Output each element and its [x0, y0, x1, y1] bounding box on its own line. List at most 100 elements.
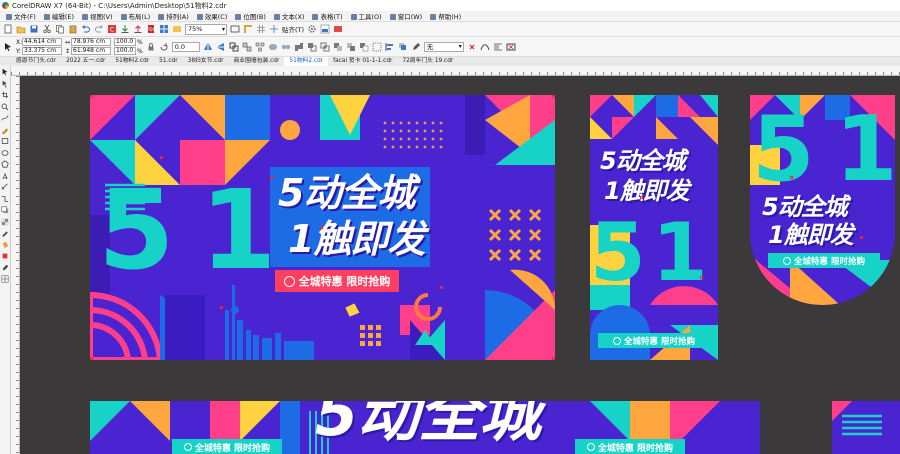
front-minus-back-icon[interactable] [346, 42, 356, 52]
y-position-input[interactable]: 33.375 cm [22, 47, 62, 55]
snap-to-dropdown[interactable]: 贴齐(T) [282, 24, 304, 34]
menu-window[interactable]: 窗口(W) [386, 11, 427, 21]
menu-bitmaps[interactable]: 位图(B) [231, 11, 270, 21]
menu-text[interactable]: 文本(X) [270, 11, 309, 21]
show-grid-icon[interactable] [256, 24, 266, 34]
back-minus-front-icon[interactable] [359, 42, 369, 52]
mirror-horizontal-icon[interactable] [203, 42, 213, 52]
horizontal-ruler[interactable] [11, 66, 900, 76]
doc-tab[interactable]: 38妇女节.cdr [183, 57, 229, 66]
show-guidelines-icon[interactable] [269, 24, 279, 34]
group-icon[interactable] [229, 42, 239, 52]
to-front-icon[interactable] [398, 42, 408, 52]
drop-shadow-tool-icon[interactable] [1, 206, 9, 214]
menu-tools[interactable]: 工具(O) [347, 11, 386, 21]
doc-tab[interactable]: 51物料2.cdr [110, 57, 154, 66]
search-content-icon[interactable]: C [107, 24, 117, 34]
pick-tool-icon[interactable] [3, 42, 13, 52]
import-icon[interactable] [120, 24, 130, 34]
options-gear-icon[interactable] [307, 24, 317, 34]
simplify-icon[interactable] [333, 42, 343, 52]
pick-tool-icon[interactable] [1, 68, 9, 76]
eyedropper-tool-icon[interactable] [1, 229, 9, 237]
undo-icon[interactable] [81, 24, 91, 34]
selection-node[interactable] [860, 236, 863, 239]
ungroup-icon[interactable] [242, 42, 252, 52]
create-boundary-icon[interactable] [372, 42, 382, 52]
selection-node[interactable] [270, 176, 273, 179]
vertical-ruler[interactable] [11, 76, 20, 454]
paste-icon[interactable] [68, 24, 78, 34]
doc-tab-active[interactable]: 51物料2.cdr [284, 57, 329, 66]
view-manager-icon[interactable] [333, 24, 343, 34]
doc-tab[interactable]: 72周年门头 19.cdr [397, 57, 458, 66]
menu-arrange[interactable]: 排列(A) [154, 11, 193, 21]
weld-icon[interactable] [294, 42, 304, 52]
rotation-angle-input[interactable]: 0.0 [171, 41, 200, 52]
ungroup-all-icon[interactable] [255, 42, 265, 52]
menu-help[interactable]: 帮助(H) [426, 11, 465, 21]
app-launcher-icon[interactable] [159, 24, 169, 34]
selection-node[interactable] [320, 226, 323, 229]
trim-icon[interactable] [307, 42, 317, 52]
menu-edit[interactable]: 编辑(E) [40, 11, 78, 21]
to-curves-icon[interactable] [480, 42, 490, 52]
artwork-banner-vertical[interactable]: 5 1 5动全城 1触即发 全城特惠 限时抢购 [590, 95, 718, 360]
menu-table[interactable]: 表格(T) [308, 11, 346, 21]
zoom-level-select[interactable]: 75% [185, 23, 227, 35]
redo-icon[interactable] [94, 24, 104, 34]
zoom-tool-icon[interactable] [1, 103, 9, 111]
selection-node[interactable] [552, 357, 555, 360]
transparency-tool-icon[interactable] [1, 218, 9, 226]
freehand-tool-icon[interactable] [1, 114, 9, 122]
save-icon[interactable] [29, 24, 39, 34]
selection-node[interactable] [552, 95, 555, 98]
show-rulers-icon[interactable] [243, 24, 253, 34]
selection-node[interactable] [440, 286, 443, 289]
copy-icon[interactable] [55, 24, 65, 34]
x-position-input[interactable]: 44.614 cm [22, 38, 62, 46]
wrap-text-icon[interactable] [493, 42, 503, 52]
doc-tab[interactable]: 2022 五一.cdr [61, 57, 110, 66]
artwork-banner-edge[interactable] [832, 401, 900, 454]
menu-layout[interactable]: 布局(L) [117, 11, 155, 21]
crop-tool-icon[interactable] [1, 91, 9, 99]
selection-node[interactable] [220, 306, 223, 309]
selection-node[interactable] [700, 276, 703, 279]
rectangle-tool-icon[interactable] [1, 137, 9, 145]
selection-node[interactable] [790, 176, 793, 179]
combine-icon[interactable] [268, 42, 278, 52]
full-screen-preview-icon[interactable] [230, 24, 240, 34]
parallel-dimension-tool-icon[interactable] [1, 183, 9, 191]
cut-icon[interactable] [42, 24, 52, 34]
doc-tab[interactable]: facai 贺卡 01-1-1.cdr [328, 57, 397, 66]
doc-tab[interactable]: 商业围墙包装.cdr [229, 57, 285, 66]
intersect-icon[interactable] [320, 42, 330, 52]
menu-file[interactable]: 文件(F) [2, 11, 40, 21]
lock-ratio-icon[interactable] [146, 42, 156, 52]
width-input[interactable]: 78.976 cm [71, 38, 111, 46]
mirror-vertical-icon[interactable] [216, 42, 226, 52]
menu-view[interactable]: 视图(V) [78, 11, 117, 21]
color-styles-icon[interactable] [320, 24, 330, 34]
height-input[interactable]: 61.948 cm [71, 47, 111, 55]
ellipse-tool-icon[interactable] [1, 149, 9, 157]
scale-height-input[interactable]: 100.0 [114, 47, 136, 55]
scale-width-input[interactable]: 100.0 [114, 38, 136, 46]
outline-pen-tool-icon[interactable] [1, 264, 9, 272]
text-tool-icon[interactable]: A [1, 172, 9, 180]
drawing-canvas[interactable]: 5 1 5动全城 1触即发 全城特惠 限时抢购 5 1 5动全城 1触即发 全城… [20, 76, 900, 454]
artistic-media-tool-icon[interactable] [1, 126, 9, 134]
interactive-fill-tool-icon[interactable] [1, 241, 9, 249]
shape-tool-icon[interactable] [1, 80, 9, 88]
connector-tool-icon[interactable] [1, 195, 9, 203]
smart-fill-tool-icon[interactable] [1, 252, 9, 260]
outline-width-select[interactable]: 无 [423, 41, 464, 52]
break-apart-icon[interactable] [281, 42, 291, 52]
publish-pdf-icon[interactable]: PDF [146, 24, 156, 34]
open-folder-icon[interactable] [16, 24, 26, 34]
welcome-screen-icon[interactable] [172, 24, 182, 34]
selection-node[interactable] [160, 156, 163, 159]
selection-node[interactable] [640, 196, 643, 199]
quick-customize-icon[interactable] [467, 42, 477, 52]
